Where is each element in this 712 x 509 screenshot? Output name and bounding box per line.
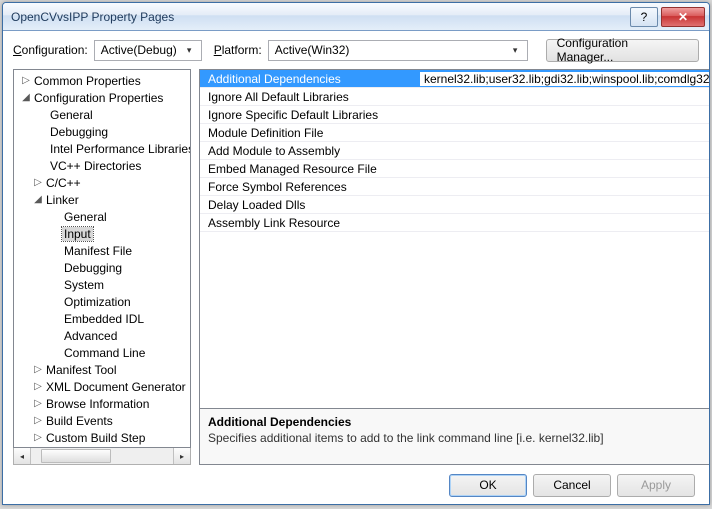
scroll-left-button[interactable]: ◂ — [14, 448, 31, 464]
description-text: Specifies additional items to add to the… — [208, 431, 710, 445]
tree-item-linker-system[interactable]: System — [14, 276, 190, 293]
expand-icon[interactable]: ▷ — [32, 415, 44, 426]
configuration-manager-button[interactable]: Configuration Manager... — [546, 39, 699, 62]
prop-name: Embed Managed Resource File — [200, 162, 420, 176]
tree-item-manifest-tool[interactable]: ▷Manifest Tool — [14, 361, 190, 378]
prop-value[interactable]: kernel32.lib;user32.lib;gdi32.lib;winspo… — [420, 72, 710, 86]
tree-item-vc-directories[interactable]: VC++ Directories — [14, 157, 190, 174]
expand-icon[interactable]: ▷ — [32, 398, 44, 409]
tree-item-build-events[interactable]: ▷Build Events — [14, 412, 190, 429]
prop-force-symbol-references[interactable]: Force Symbol References — [200, 178, 710, 196]
prop-name: Force Symbol References — [200, 180, 420, 194]
scroll-right-button[interactable]: ▸ — [173, 448, 190, 464]
expand-icon[interactable]: ▷ — [20, 75, 32, 86]
collapse-icon[interactable]: ◢ — [32, 194, 44, 205]
titlebar[interactable]: OpenCVvsIPP Property Pages ? ✕ — [3, 3, 709, 31]
tree-item-xml-document-generator[interactable]: ▷XML Document Generator — [14, 378, 190, 395]
configuration-label: Configuration: — [13, 43, 88, 57]
property-panel: Additional Dependencies kernel32.lib;use… — [199, 69, 710, 465]
prop-name: Additional Dependencies — [200, 72, 420, 86]
prop-ignore-specific-default-libraries[interactable]: Ignore Specific Default Libraries — [200, 106, 710, 124]
tree-item-common-properties[interactable]: ▷Common Properties — [14, 72, 190, 89]
platform-value: Active(Win32) — [275, 43, 508, 57]
prop-name: Assembly Link Resource — [200, 216, 420, 230]
scroll-track[interactable] — [31, 448, 173, 464]
close-button[interactable]: ✕ — [661, 7, 705, 27]
prop-embed-managed-resource-file[interactable]: Embed Managed Resource File — [200, 160, 710, 178]
tree-item-linker-input[interactable]: Input — [14, 225, 190, 242]
help-button[interactable]: ? — [630, 7, 658, 27]
tree-item-browse-information[interactable]: ▷Browse Information — [14, 395, 190, 412]
expand-icon[interactable]: ▷ — [32, 381, 44, 392]
apply-button[interactable]: Apply — [617, 474, 695, 497]
description-title: Additional Dependencies — [208, 415, 710, 429]
help-icon: ? — [641, 10, 648, 24]
tree-item-custom-build-step[interactable]: ▷Custom Build Step — [14, 429, 190, 446]
description-panel: Additional Dependencies Specifies additi… — [199, 409, 710, 465]
prop-add-module-to-assembly[interactable]: Add Module to Assembly — [200, 142, 710, 160]
category-tree[interactable]: ▷Common Properties ◢Configuration Proper… — [13, 69, 191, 448]
tree-item-intel-performance-libraries[interactable]: Intel Performance Libraries — [14, 140, 190, 157]
collapse-icon[interactable]: ◢ — [20, 92, 32, 103]
expand-icon[interactable]: ▷ — [32, 177, 44, 188]
dialog-window: OpenCVvsIPP Property Pages ? ✕ Configura… — [2, 2, 710, 505]
configuration-combo[interactable]: Active(Debug) ▾ — [94, 40, 202, 61]
prop-assembly-link-resource[interactable]: Assembly Link Resource — [200, 214, 710, 232]
prop-name: Module Definition File — [200, 126, 420, 140]
chevron-down-icon: ▾ — [182, 45, 197, 56]
tree-item-general[interactable]: General — [14, 106, 190, 123]
prop-name: Add Module to Assembly — [200, 144, 420, 158]
prop-name: Ignore All Default Libraries — [200, 90, 420, 104]
tree-item-linker-advanced[interactable]: Advanced — [14, 327, 190, 344]
configuration-value: Active(Debug) — [101, 43, 182, 57]
prop-module-definition-file[interactable]: Module Definition File — [200, 124, 710, 142]
configuration-manager-label: Configuration Manager... — [557, 36, 688, 64]
tree-item-linker-command-line[interactable]: Command Line — [14, 344, 190, 361]
tree-item-linker[interactable]: ◢Linker — [14, 191, 190, 208]
prop-ignore-all-default-libraries[interactable]: Ignore All Default Libraries — [200, 88, 710, 106]
tree-item-linker-embedded-idl[interactable]: Embedded IDL — [14, 310, 190, 327]
prop-name: Delay Loaded Dlls — [200, 198, 420, 212]
property-grid[interactable]: Additional Dependencies kernel32.lib;use… — [199, 69, 710, 409]
ok-button[interactable]: OK — [449, 474, 527, 497]
dialog-footer: OK Cancel Apply — [3, 465, 709, 505]
tree-item-debugging[interactable]: Debugging — [14, 123, 190, 140]
tree-item-ccpp[interactable]: ▷C/C++ — [14, 174, 190, 191]
expand-icon[interactable]: ▷ — [32, 432, 44, 443]
tree-item-linker-manifest-file[interactable]: Manifest File — [14, 242, 190, 259]
tree-item-linker-debugging[interactable]: Debugging — [14, 259, 190, 276]
expand-icon[interactable]: ▷ — [32, 364, 44, 375]
prop-name: Ignore Specific Default Libraries — [200, 108, 420, 122]
content-area: ▷Common Properties ◢Configuration Proper… — [3, 69, 709, 465]
close-icon: ✕ — [678, 10, 688, 24]
prop-delay-loaded-dlls[interactable]: Delay Loaded Dlls — [200, 196, 710, 214]
tree-panel: ▷Common Properties ◢Configuration Proper… — [13, 69, 191, 465]
window-title: OpenCVvsIPP Property Pages — [11, 10, 630, 24]
platform-label: Platform: — [214, 43, 262, 57]
chevron-down-icon: ▾ — [508, 45, 523, 56]
tree-horizontal-scrollbar[interactable]: ◂ ▸ — [13, 448, 191, 465]
scroll-thumb[interactable] — [41, 449, 111, 463]
cancel-button[interactable]: Cancel — [533, 474, 611, 497]
prop-additional-dependencies[interactable]: Additional Dependencies kernel32.lib;use… — [200, 70, 710, 88]
config-toolbar: Configuration: Active(Debug) ▾ Platform:… — [3, 31, 709, 69]
tree-item-linker-general[interactable]: General — [14, 208, 190, 225]
platform-combo[interactable]: Active(Win32) ▾ — [268, 40, 528, 61]
tree-item-configuration-properties[interactable]: ◢Configuration Properties — [14, 89, 190, 106]
tree-item-linker-optimization[interactable]: Optimization — [14, 293, 190, 310]
